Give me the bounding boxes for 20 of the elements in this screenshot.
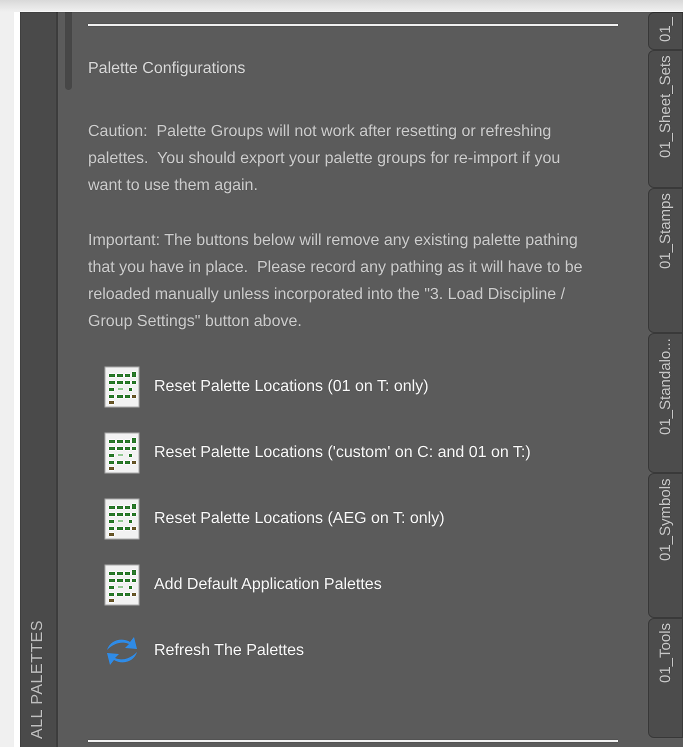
palette-tab[interactable]: 01_Stamps — [648, 188, 683, 333]
palette-icon — [104, 431, 140, 475]
tool-button[interactable]: Reset Palette Locations ('custom' on C: and 01 on T:) — [104, 425, 618, 481]
tool-button[interactable]: Add Default Application Palettes — [104, 557, 618, 613]
palette-icon — [104, 563, 140, 607]
section-title: Palette Configurations — [88, 60, 246, 78]
side-label: ALL PALETTES — [29, 620, 47, 739]
palette-tab[interactable]: 01_ — [648, 12, 683, 50]
palette-icon — [104, 365, 140, 409]
palette-tab[interactable]: 01_Tools — [648, 618, 683, 738]
paragraph: Caution: Palette Groups will not work after resetting or refreshing palettes. You should export your palette groups for re-import if you want to use them again. — [88, 122, 562, 196]
scrollbar-thumb[interactable] — [65, 12, 72, 90]
tool-button[interactable]: Reset Palette Locations (01 on T: only) — [104, 359, 618, 415]
paragraph: Important: The buttons below will remove any existing palette pathing that you have in place. Please record any pathing as it will have to be reloaded manually unless incorporated into the "3. Load Discipline / Group Settings" button above. — [88, 231, 584, 332]
tool-button[interactable]: Reset Palette Locations (AEG on T: only) — [104, 491, 618, 547]
palette-icon — [104, 497, 140, 541]
tool-button[interactable]: Refresh The Palettes — [104, 623, 618, 679]
palette-tab[interactable]: 01_Sheet_Sets — [648, 50, 683, 188]
palette-tab[interactable]: 01_Symbols — [648, 473, 683, 618]
palette-tab[interactable]: 01_Standalo... — [648, 333, 683, 473]
